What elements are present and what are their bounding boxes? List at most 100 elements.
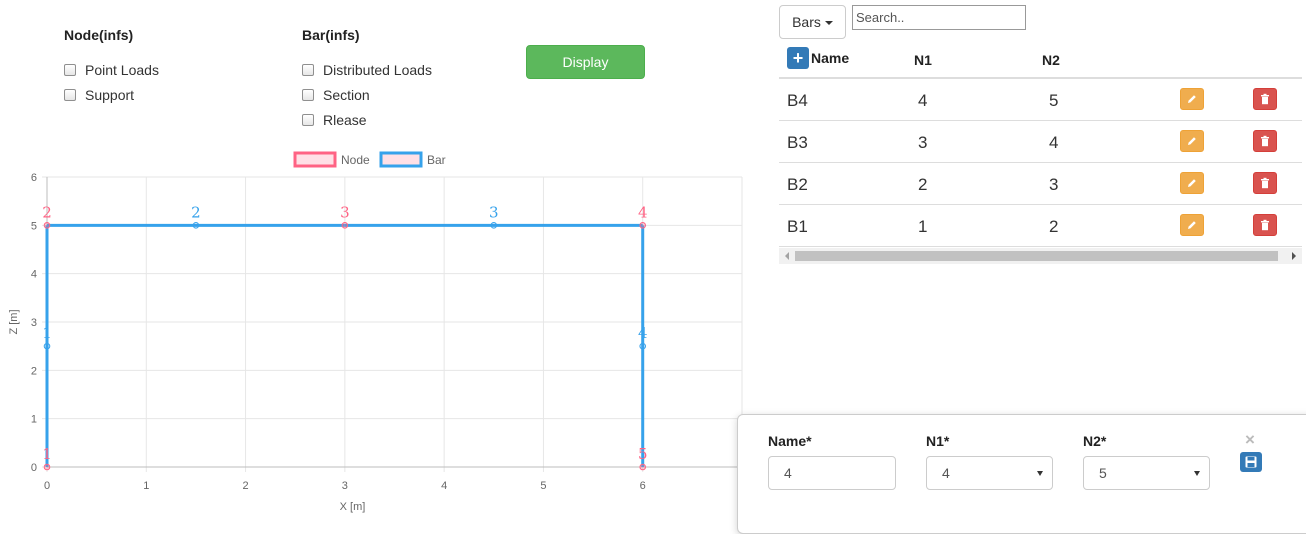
display-button[interactable]: Display bbox=[526, 45, 645, 79]
legend-swatch bbox=[293, 151, 337, 168]
y-tick-label: 3 bbox=[31, 317, 37, 329]
delete-row-button[interactable] bbox=[1253, 172, 1277, 194]
add-bar-button[interactable]: + bbox=[787, 47, 809, 69]
node-label: 3 bbox=[340, 203, 350, 221]
node-panel-heading: Node(infs) bbox=[64, 27, 134, 43]
delete-row-button[interactable] bbox=[1253, 88, 1277, 110]
bar-label: 2 bbox=[191, 203, 201, 221]
section-checkbox[interactable] bbox=[302, 89, 314, 101]
node-marker bbox=[341, 222, 349, 229]
column-header-name: Name bbox=[811, 50, 850, 66]
bar-midpoint-marker bbox=[639, 342, 647, 350]
node-marker bbox=[639, 222, 647, 229]
column-header-n1: N1 bbox=[914, 52, 932, 68]
chevron-down-icon bbox=[1037, 471, 1043, 476]
x-tick-label: 4 bbox=[441, 480, 447, 492]
column-header-n2: N2 bbox=[1042, 52, 1060, 68]
bar-panel-heading: Bar(infs) bbox=[302, 27, 360, 43]
pencil-icon bbox=[1188, 137, 1196, 145]
release-checkbox[interactable] bbox=[302, 114, 314, 126]
table-row: B1 1 2 bbox=[779, 205, 1302, 247]
row-name: B3 bbox=[787, 133, 808, 152]
row-n2: 2 bbox=[1049, 217, 1059, 236]
trash-icon bbox=[1261, 93, 1269, 105]
table-horizontal-scrollbar[interactable] bbox=[779, 248, 1302, 264]
delete-row-button[interactable] bbox=[1253, 214, 1277, 236]
close-icon[interactable]: × bbox=[1245, 430, 1255, 450]
distributed-loads-label: Distributed Loads bbox=[323, 62, 432, 78]
pencil-icon bbox=[1188, 179, 1196, 187]
row-name: B2 bbox=[787, 175, 808, 194]
floppy-disk-icon bbox=[1245, 456, 1257, 468]
table-row: B2 2 3 bbox=[779, 163, 1302, 205]
y-tick-label: 1 bbox=[31, 414, 37, 426]
node-label: 2 bbox=[42, 203, 52, 221]
save-button[interactable] bbox=[1240, 452, 1262, 472]
name-field[interactable]: 4 bbox=[768, 456, 896, 490]
n2-label: N2* bbox=[1083, 433, 1107, 449]
point-loads-checkbox[interactable] bbox=[64, 64, 76, 76]
release-label: Rlease bbox=[323, 112, 367, 128]
x-axis-label: X [m] bbox=[340, 501, 366, 513]
name-label: Name* bbox=[768, 433, 812, 449]
row-n2: 5 bbox=[1049, 91, 1059, 110]
row-name: B4 bbox=[787, 91, 808, 110]
trash-icon bbox=[1261, 177, 1269, 189]
bars-dropdown[interactable]: Bars bbox=[779, 5, 846, 39]
bar-label: 1 bbox=[42, 324, 52, 342]
n1-label: N1* bbox=[926, 433, 950, 449]
bar-midpoint-marker bbox=[192, 222, 200, 229]
distributed-loads-checkbox[interactable] bbox=[302, 64, 314, 76]
delete-row-button[interactable] bbox=[1253, 130, 1277, 152]
trash-icon bbox=[1261, 219, 1269, 231]
edit-row-button[interactable] bbox=[1180, 214, 1204, 236]
edit-row-button[interactable] bbox=[1180, 130, 1204, 152]
node-marker bbox=[43, 463, 51, 471]
distributed-loads-option[interactable]: Distributed Loads bbox=[302, 60, 432, 80]
pencil-icon bbox=[1188, 95, 1196, 103]
section-option[interactable]: Section bbox=[302, 85, 370, 105]
x-tick-label: 2 bbox=[243, 480, 249, 492]
y-tick-label: 2 bbox=[31, 365, 37, 377]
caret-down-icon bbox=[824, 21, 833, 25]
row-n1: 1 bbox=[918, 217, 928, 236]
edit-row-button[interactable] bbox=[1180, 88, 1204, 110]
edit-bar-form: Name* 4 N1* 4 N2* 5 × bbox=[737, 414, 1306, 534]
x-tick-label: 5 bbox=[540, 480, 546, 492]
scroll-right-icon[interactable] bbox=[1286, 248, 1302, 264]
support-option[interactable]: Support bbox=[64, 85, 134, 105]
trash-icon bbox=[1261, 135, 1269, 147]
node-marker bbox=[639, 463, 647, 471]
table-row: B3 3 4 bbox=[779, 121, 1302, 163]
support-checkbox[interactable] bbox=[64, 89, 76, 101]
y-tick-label: 6 bbox=[31, 172, 37, 184]
node-label: 4 bbox=[638, 203, 648, 221]
bar-label: 4 bbox=[638, 324, 648, 342]
n2-select[interactable]: 5 bbox=[1083, 456, 1210, 490]
point-loads-option[interactable]: Point Loads bbox=[64, 60, 159, 80]
plus-icon: + bbox=[792, 48, 804, 68]
bar-midpoint-marker bbox=[490, 222, 498, 229]
scroll-left-icon[interactable] bbox=[779, 248, 795, 264]
support-label: Support bbox=[85, 87, 135, 103]
edit-row-button[interactable] bbox=[1180, 172, 1204, 194]
legend-label: Node bbox=[341, 153, 370, 167]
search-input[interactable] bbox=[852, 5, 1026, 30]
structure-chart: 0 1 2 3 4 5 60123456X [m]Z [m]Node Bar12 3412 3 45 bbox=[8, 151, 743, 513]
n1-select[interactable]: 4 bbox=[926, 456, 1053, 490]
x-tick-label: 1 bbox=[143, 480, 149, 492]
scrollbar-thumb[interactable] bbox=[795, 251, 1278, 261]
row-name: B1 bbox=[787, 217, 808, 236]
y-axis-label: Z [m] bbox=[8, 309, 20, 334]
pencil-icon bbox=[1188, 221, 1196, 229]
n1-select-value: 4 bbox=[942, 465, 950, 481]
bar-midpoint-marker bbox=[43, 342, 51, 350]
node-marker bbox=[43, 222, 51, 229]
row-n1: 2 bbox=[918, 175, 928, 194]
row-n2: 3 bbox=[1049, 175, 1059, 194]
release-option[interactable]: Rlease bbox=[302, 110, 367, 130]
x-tick-label: 0 bbox=[44, 480, 50, 492]
y-tick-label: 0 bbox=[31, 462, 37, 474]
node-label: 1 bbox=[42, 445, 52, 463]
n2-select-value: 5 bbox=[1099, 465, 1107, 481]
